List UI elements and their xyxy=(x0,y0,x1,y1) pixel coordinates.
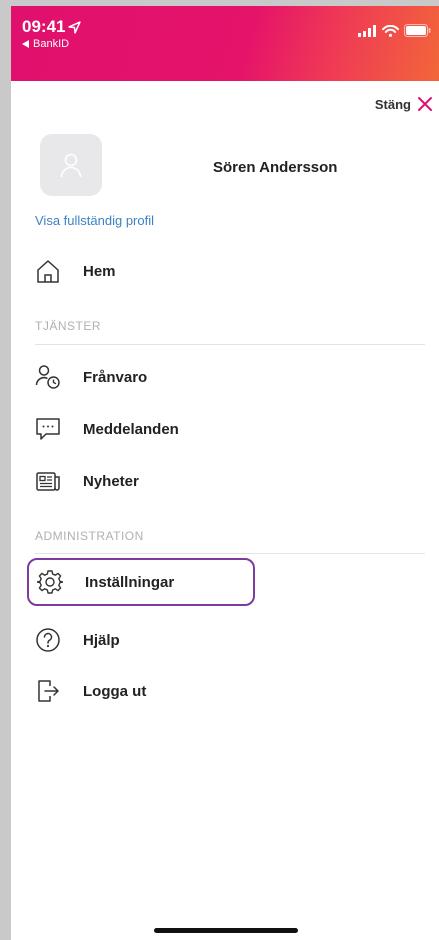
status-icons xyxy=(358,24,431,37)
menu-item-home[interactable]: Hem xyxy=(27,247,255,295)
menu-item-help[interactable]: Hjälp xyxy=(27,616,255,664)
menu-item-label: Hem xyxy=(83,262,116,280)
section-heading-administration: ADMINISTRATION xyxy=(35,529,144,543)
menu-item-settings[interactable]: Inställningar xyxy=(27,558,255,606)
close-icon xyxy=(418,97,432,111)
menu-item-label: Hjälp xyxy=(83,631,120,649)
home-indicator[interactable] xyxy=(154,928,298,933)
gear-icon xyxy=(37,570,63,594)
menu-item-label: Logga ut xyxy=(83,682,147,700)
home-icon xyxy=(37,260,59,283)
menu-item-news[interactable]: Nyheter xyxy=(27,457,255,505)
back-triangle-icon xyxy=(22,40,29,48)
location-arrow-icon xyxy=(68,20,82,34)
menu-item-logout[interactable]: Logga ut xyxy=(27,667,255,715)
view-full-profile-link[interactable]: Visa fullständig profil xyxy=(35,213,154,228)
chat-bubble-icon xyxy=(36,418,60,440)
header-bar: 09:41 BankID xyxy=(11,6,439,81)
wifi-icon xyxy=(382,24,399,37)
newspaper-icon xyxy=(36,472,60,491)
close-button[interactable]: Stäng xyxy=(375,96,433,112)
user-name: Sören Andersson xyxy=(213,159,338,176)
battery-icon xyxy=(404,24,431,37)
menu-item-absence[interactable]: Frånvaro xyxy=(27,353,255,401)
avatar xyxy=(40,134,102,196)
close-label: Stäng xyxy=(374,96,411,112)
user-icon xyxy=(60,153,82,178)
back-to-app-link[interactable]: BankID xyxy=(22,38,69,50)
menu-item-label: Meddelanden xyxy=(83,420,179,438)
cellular-signal-icon xyxy=(358,24,376,37)
divider xyxy=(35,344,425,345)
menu-item-label: Frånvaro xyxy=(83,368,148,386)
menu-item-label: Nyheter xyxy=(83,472,139,490)
divider xyxy=(35,553,425,554)
person-clock-icon xyxy=(35,365,60,389)
menu-item-messages[interactable]: Meddelanden xyxy=(27,405,255,453)
section-heading-services: TJÄNSTER xyxy=(35,319,102,333)
menu-item-label: Inställningar xyxy=(85,573,175,591)
logout-icon xyxy=(38,680,59,702)
status-time: 09:41 xyxy=(22,17,82,37)
question-mark-icon xyxy=(36,628,60,652)
phone-screen: 09:41 BankID Stäng Sören Andersson Visa … xyxy=(11,6,439,940)
